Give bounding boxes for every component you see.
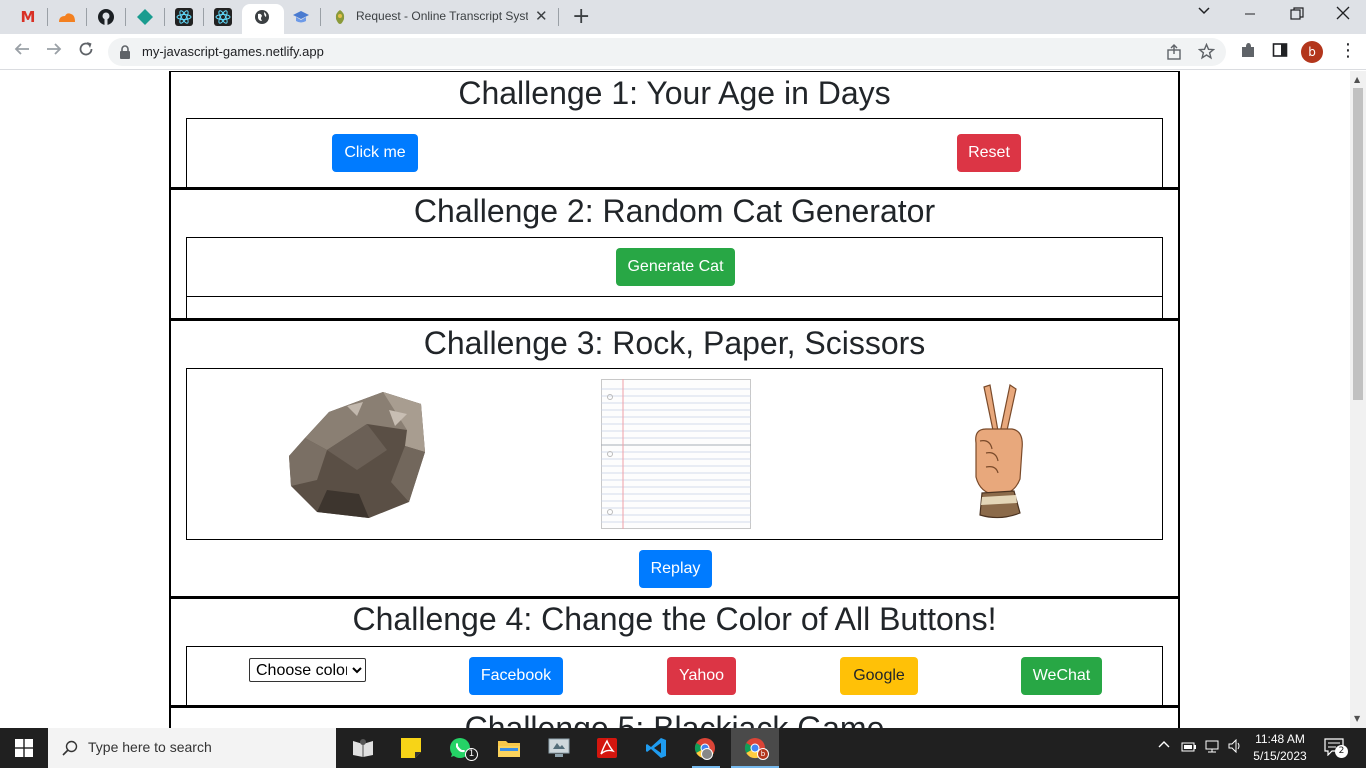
chrome-profile-badge <box>701 748 713 760</box>
acrobat-icon[interactable] <box>589 732 625 764</box>
tab-separator <box>203 8 204 26</box>
search-icon <box>62 740 78 760</box>
volume-icon[interactable] <box>1228 738 1244 757</box>
tab-separator <box>47 8 48 26</box>
browser-toolbar: my-javascript-games.netlify.app b ⋮ <box>0 34 1366 70</box>
chrome-profile-badge: b <box>757 748 769 760</box>
notification-count: 2 <box>1335 745 1348 758</box>
remote-desktop-icon[interactable] <box>541 732 577 764</box>
clock-time: 11:48 AM <box>1255 732 1305 746</box>
challenge-5-section: Challenge 5: Blackjack Game <box>169 707 1180 728</box>
tab-separator <box>125 8 126 26</box>
taskbar-search[interactable]: Type here to search <box>48 728 336 768</box>
gmail-icon[interactable]: M <box>16 6 40 28</box>
close-window-icon[interactable] <box>1336 6 1350 24</box>
page-container: Challenge 1: Your Age in Days Click me R… <box>169 71 1180 728</box>
vscode-icon[interactable] <box>638 732 674 764</box>
tab-separator <box>86 8 87 26</box>
replay-button[interactable]: Replay <box>639 550 712 588</box>
forward-icon[interactable] <box>45 40 63 63</box>
challenge-1-box: Click me Reset <box>186 118 1163 188</box>
react-icon[interactable] <box>172 6 196 28</box>
windows-start-icon[interactable] <box>0 728 48 768</box>
challenge-3-title: Challenge 3: Rock, Paper, Scissors <box>423 325 926 361</box>
back-icon[interactable] <box>13 40 31 63</box>
bookmark-star-icon[interactable] <box>1197 42 1216 64</box>
side-panel-icon[interactable] <box>1272 42 1288 62</box>
file-explorer-icon[interactable] <box>491 732 527 764</box>
restore-icon[interactable] <box>1290 7 1304 25</box>
page-viewport: Challenge 1: Your Age in Days Click me R… <box>0 71 1350 728</box>
challenge-2-box: Generate Cat <box>186 237 1163 297</box>
profile-avatar[interactable]: b <box>1301 41 1323 63</box>
extensions-icon[interactable] <box>1240 42 1256 62</box>
yahoo-button[interactable]: Yahoo <box>667 657 736 695</box>
chrome-active-window-icon[interactable]: b <box>731 728 779 768</box>
tray-overflow-icon[interactable] <box>1158 739 1170 755</box>
challenge-1-title: Challenge 1: Your Age in Days <box>458 75 891 111</box>
tab-separator <box>320 8 321 26</box>
diamond-icon[interactable] <box>133 6 157 28</box>
whatsapp-icon[interactable]: 1 <box>442 732 478 764</box>
paper-image[interactable] <box>601 379 751 533</box>
click-me-button[interactable]: Click me <box>332 134 418 172</box>
reload-icon[interactable] <box>77 40 95 63</box>
challenge-3-section: Challenge 3: Rock, Paper, Scissors Repla… <box>169 320 1180 598</box>
google-button[interactable]: Google <box>840 657 918 695</box>
wechat-button[interactable]: WeChat <box>1021 657 1102 695</box>
generate-cat-button[interactable]: Generate Cat <box>616 248 735 286</box>
tab-separator <box>558 8 559 26</box>
cloudflare-icon[interactable] <box>55 6 79 28</box>
rock-image[interactable] <box>287 390 427 524</box>
tab-strip: M Request - Online Transcript Syste ✕ + <box>0 0 1366 34</box>
scissors-image[interactable] <box>924 379 1074 533</box>
share-icon[interactable] <box>1166 44 1182 64</box>
challenge-4-title: Challenge 4: Change the Color of All But… <box>352 601 997 637</box>
challenge-2-title: Challenge 2: Random Cat Generator <box>413 193 936 229</box>
menu-kebab-icon[interactable]: ⋮ <box>1339 40 1357 61</box>
close-tab-icon[interactable]: ✕ <box>535 7 548 25</box>
search-placeholder[interactable]: Type here to search <box>88 739 212 755</box>
url-text[interactable]: my-javascript-games.netlify.app <box>142 44 324 59</box>
clock-date: 5/15/2023 <box>1253 749 1307 763</box>
tab-search-icon[interactable] <box>1197 4 1211 22</box>
windows-taskbar: Type here to search 1 b 11:48 AM 5/15/20… <box>0 728 1366 768</box>
color-select[interactable]: Choose color <box>249 658 366 682</box>
scroll-down-icon[interactable]: ▼ <box>1354 714 1360 723</box>
globe-icon <box>250 6 274 28</box>
graduation-cap-icon[interactable] <box>289 6 313 28</box>
copilot-study-icon[interactable] <box>345 732 381 764</box>
react-icon[interactable] <box>211 6 235 28</box>
challenge-4-box: Choose color Facebook Yahoo Google WeCha… <box>186 646 1163 706</box>
facebook-button[interactable]: Facebook <box>469 657 563 695</box>
challenge-4-section: Challenge 4: Change the Color of All But… <box>169 598 1180 707</box>
network-icon[interactable] <box>1205 739 1221 757</box>
cat-output-box <box>186 297 1163 319</box>
page-scrollbar[interactable]: ▲ ▼ <box>1350 71 1366 728</box>
chrome-icon[interactable] <box>687 732 723 764</box>
github-icon[interactable] <box>94 6 118 28</box>
scroll-up-icon[interactable]: ▲ <box>1354 75 1360 84</box>
lock-icon[interactable] <box>120 44 130 59</box>
challenge-1-section: Challenge 1: Your Age in Days Click me R… <box>169 71 1180 189</box>
tab-title[interactable]: Request - Online Transcript Syste <box>356 9 528 23</box>
new-tab-button[interactable]: + <box>572 4 590 29</box>
scroll-thumb[interactable] <box>1353 88 1363 400</box>
reset-button[interactable]: Reset <box>957 134 1021 172</box>
notification-icon[interactable]: 2 <box>1324 738 1348 760</box>
minimize-icon[interactable] <box>1244 2 1256 26</box>
tab-separator <box>164 8 165 26</box>
rps-choices-box <box>186 368 1163 540</box>
battery-icon[interactable] <box>1181 739 1197 757</box>
sticky-notes-icon[interactable] <box>393 732 429 764</box>
address-bar[interactable]: my-javascript-games.netlify.app <box>108 38 1226 66</box>
challenge-2-section: Challenge 2: Random Cat Generator Genera… <box>169 189 1180 320</box>
university-icon <box>328 6 352 28</box>
challenge-5-title: Challenge 5: Blackjack Game <box>464 710 885 728</box>
taskbar-clock[interactable]: 11:48 AM 5/15/2023 <box>1250 731 1310 765</box>
whatsapp-badge: 1 <box>465 748 478 761</box>
